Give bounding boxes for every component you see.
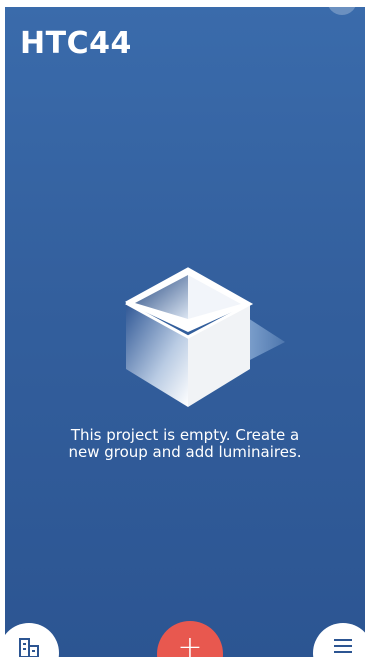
empty-state-line-2: new group and add luminaires. (68, 443, 302, 461)
menu-icon (334, 639, 352, 653)
plus-icon: + (177, 630, 203, 657)
building-icon (19, 638, 39, 657)
empty-state-message: This project is empty. Create a new grou… (5, 427, 365, 461)
add-group-button[interactable]: + (157, 621, 223, 657)
empty-box-icon (125, 267, 285, 407)
menu-button[interactable] (313, 623, 365, 657)
buildings-button[interactable] (5, 623, 59, 657)
page-title: HTC44 (20, 26, 132, 61)
status-circle (327, 7, 357, 15)
empty-state-line-1: This project is empty. Create a (70, 426, 300, 444)
app-screen: HTC44 This project is empty. Create a ne… (5, 7, 365, 657)
